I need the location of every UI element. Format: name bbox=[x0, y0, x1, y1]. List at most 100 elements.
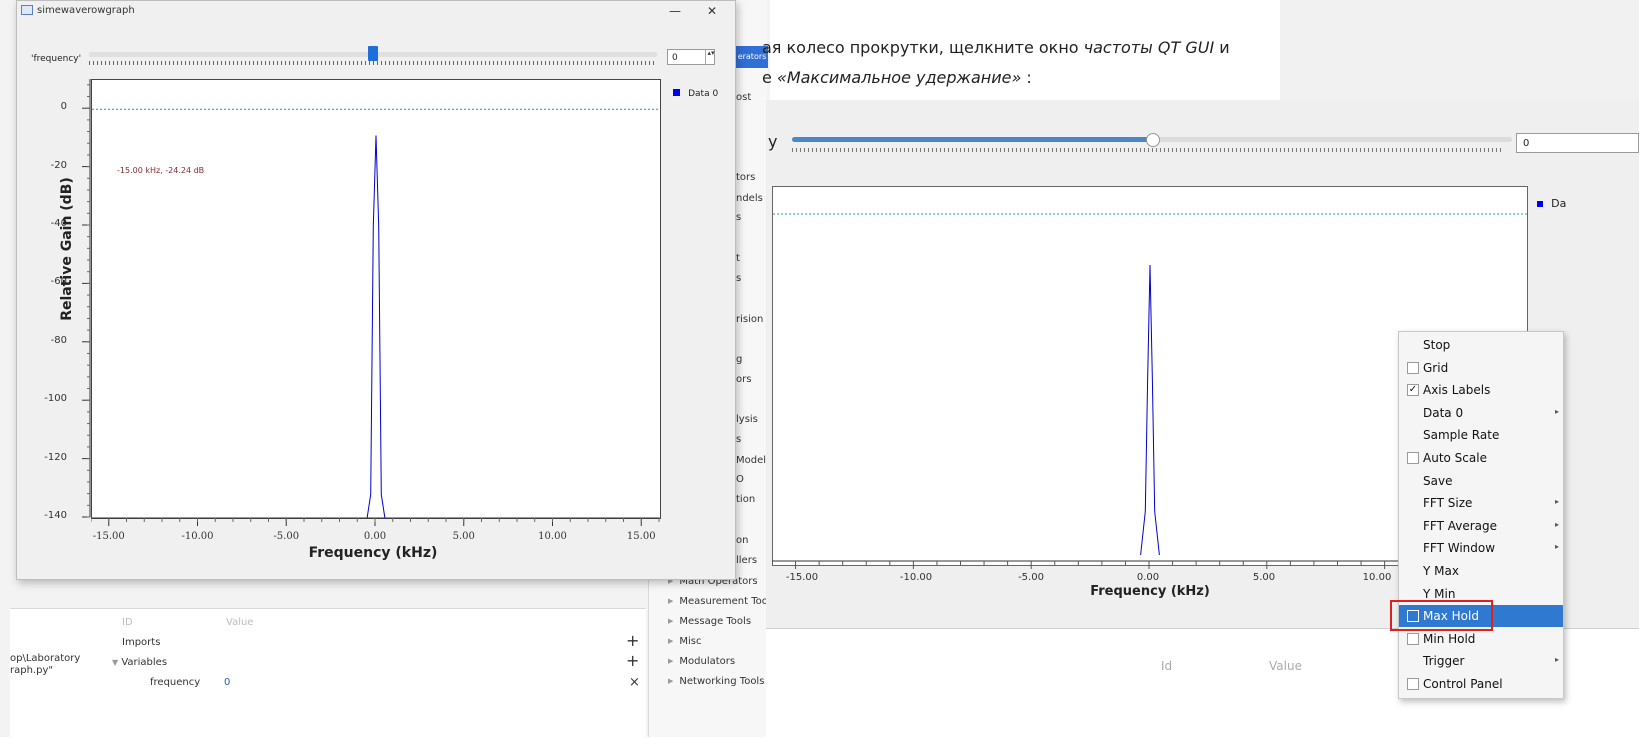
menu-item-axis-labels[interactable]: ✓ Axis Labels bbox=[1399, 379, 1563, 401]
instruction-text-line2: е «Максимальное удержание» : bbox=[762, 68, 1032, 87]
block-category-fragment[interactable]: s bbox=[736, 273, 741, 284]
menu-item-min-hold[interactable]: Min Hold bbox=[1399, 628, 1563, 650]
instruction-text-italic: «Максимальное удержание» bbox=[776, 68, 1022, 87]
remove-variable-icon[interactable]: × bbox=[629, 675, 640, 690]
block-category-fragment[interactable]: rision bbox=[736, 314, 763, 325]
menu-item-control-panel[interactable]: Control Panel bbox=[1399, 673, 1563, 695]
window-app-icon bbox=[21, 5, 33, 15]
x-tick-label: -5.00 bbox=[273, 531, 300, 542]
menu-item-label: Y Min bbox=[1423, 586, 1456, 601]
gui2-slider-handle[interactable] bbox=[1146, 133, 1160, 147]
menu-item-label: Trigger bbox=[1423, 654, 1465, 669]
gui2-frequency-spinbox[interactable]: 0 bbox=[1516, 133, 1639, 153]
legend-swatch-icon bbox=[1537, 201, 1543, 207]
instruction-text-part: : bbox=[1021, 68, 1032, 87]
checkbox-icon[interactable] bbox=[1407, 361, 1419, 374]
block-category-fragment[interactable]: tion bbox=[736, 494, 755, 505]
menu-item-label: Sample Rate bbox=[1423, 428, 1500, 443]
add-import-icon[interactable]: + bbox=[626, 631, 639, 650]
menu-item-save[interactable]: Save bbox=[1399, 470, 1563, 492]
menu-item-data-0[interactable]: Data 0 ▸ bbox=[1399, 402, 1563, 424]
block-category-fragment[interactable]: on bbox=[736, 535, 748, 546]
tree-item-variables[interactable]: ▼ Variables bbox=[112, 657, 167, 668]
menu-item-trigger[interactable]: Trigger ▸ bbox=[1399, 650, 1563, 672]
frequency-plot-svg bbox=[92, 108, 660, 518]
x-tick-label: 10.00 bbox=[538, 531, 567, 542]
file-path-line: op\Laboratory bbox=[10, 653, 81, 664]
menu-item-label: Min Hold bbox=[1423, 631, 1476, 646]
minimize-button[interactable]: — bbox=[669, 4, 681, 18]
x-axis bbox=[91, 517, 660, 526]
block-category-fragment[interactable]: tors bbox=[736, 172, 755, 183]
menu-item-label: Grid bbox=[1423, 360, 1449, 375]
variable-frequency-name[interactable]: frequency bbox=[150, 677, 200, 688]
y-tick-label: -120 bbox=[44, 451, 67, 463]
block-category-measurement-tools[interactable]: Measurement Tool bbox=[668, 596, 770, 607]
gui2-spectrum-trace bbox=[1140, 264, 1160, 556]
x-tick-label: 5.00 bbox=[452, 531, 475, 542]
block-category-fragment[interactable]: ndels bbox=[736, 193, 763, 204]
x-tick-label: -15.00 bbox=[92, 531, 125, 542]
block-category-modulators[interactable]: Modulators bbox=[668, 656, 735, 667]
gui2-slider-fill bbox=[792, 137, 1152, 142]
y-tick-label: -100 bbox=[44, 393, 67, 405]
spinbox-arrows-icon[interactable]: ▴▾ bbox=[705, 50, 716, 64]
menu-item-fft-window[interactable]: FFT Window ▸ bbox=[1399, 537, 1563, 559]
menu-item-label: Auto Scale bbox=[1423, 451, 1487, 465]
menu-item-sample-rate[interactable]: Sample Rate bbox=[1399, 424, 1563, 446]
block-category-misc[interactable]: Misc bbox=[668, 636, 701, 647]
plot-context-menu: Stop Grid ✓ Axis Labels Data 0 ▸ Sample Rate Au… bbox=[1398, 331, 1564, 699]
gui2-x-tick-label: -15.00 bbox=[785, 572, 819, 583]
menu-item-stop[interactable]: Stop bbox=[1399, 334, 1563, 356]
checkbox-icon[interactable] bbox=[1407, 678, 1419, 690]
block-category-fragment[interactable]: s bbox=[736, 212, 741, 223]
menu-item-fft-size[interactable]: FFT Size ▸ bbox=[1399, 492, 1563, 514]
file-path-line: raph.py" bbox=[10, 665, 53, 676]
menu-item-auto-scale[interactable]: Auto Scale bbox=[1399, 447, 1563, 469]
gui2-x-tick-label: -5.00 bbox=[1018, 572, 1044, 583]
x-tick-label: -10.00 bbox=[181, 531, 214, 542]
block-category-fragment[interactable]: t bbox=[736, 253, 740, 264]
menu-item-fft-average[interactable]: FFT Average ▸ bbox=[1399, 515, 1563, 537]
gui2-legend-label: Da bbox=[1551, 197, 1567, 210]
block-category-fragment[interactable]: ost bbox=[736, 92, 751, 103]
close-button[interactable]: ✕ bbox=[707, 4, 717, 18]
legend[interactable]: Data 0 bbox=[673, 81, 718, 100]
frequency-slider-ticks bbox=[89, 61, 657, 65]
block-category-fragment[interactable]: Model bbox=[736, 455, 766, 466]
gui2-x-tick-label: 5.00 bbox=[1252, 572, 1276, 583]
menu-item-label: Control Panel bbox=[1423, 677, 1503, 691]
checkbox-checked-icon[interactable]: ✓ bbox=[1407, 384, 1419, 397]
block-category-fragment[interactable]: llers bbox=[736, 555, 757, 566]
bottom-header-value: Value bbox=[1269, 659, 1302, 673]
expand-arrow-icon[interactable]: ▼ bbox=[112, 658, 118, 667]
block-category-fragment[interactable]: O bbox=[736, 474, 744, 485]
instruction-text-part: и bbox=[1214, 38, 1230, 57]
block-category-networking-tools[interactable]: Networking Tools bbox=[668, 676, 764, 687]
variable-frequency-value[interactable]: 0 bbox=[224, 677, 230, 688]
gui2-legend[interactable]: Da bbox=[1537, 192, 1566, 211]
block-category-fragment[interactable]: g bbox=[736, 354, 742, 365]
bottom-header-id: Id bbox=[1161, 659, 1173, 673]
block-category-message-tools[interactable]: Message Tools bbox=[668, 616, 751, 627]
y-tick-label: 0 bbox=[60, 101, 67, 113]
instruction-text-italic: частоты QT GUI bbox=[1083, 38, 1215, 57]
frequency-plot-area[interactable]: -15.00 kHz, -24.24 dB bbox=[91, 79, 661, 519]
x-axis-label: Frequency (kHz) bbox=[308, 545, 438, 561]
checkbox-icon[interactable] bbox=[1407, 632, 1419, 645]
menu-item-y-max[interactable]: Y Max bbox=[1399, 560, 1563, 582]
tree-item-imports[interactable]: Imports bbox=[122, 637, 160, 648]
vars-header-value: Value bbox=[226, 617, 254, 628]
checkbox-icon[interactable] bbox=[1407, 452, 1419, 464]
add-variable-icon[interactable]: + bbox=[626, 651, 639, 670]
frequency-slider-handle[interactable] bbox=[368, 46, 378, 61]
menu-item-label: FFT Size bbox=[1423, 496, 1473, 511]
block-category-fragment[interactable]: ors bbox=[736, 374, 751, 385]
menu-item-grid[interactable]: Grid bbox=[1399, 357, 1563, 379]
submenu-arrow-icon: ▸ bbox=[1554, 497, 1559, 507]
submenu-arrow-icon: ▸ bbox=[1554, 655, 1559, 665]
submenu-arrow-icon: ▸ bbox=[1554, 519, 1559, 529]
block-category-fragment[interactable]: lysis bbox=[736, 414, 758, 425]
block-category-fragment[interactable]: s bbox=[736, 434, 741, 445]
menu-item-label: FFT Average bbox=[1423, 518, 1498, 533]
